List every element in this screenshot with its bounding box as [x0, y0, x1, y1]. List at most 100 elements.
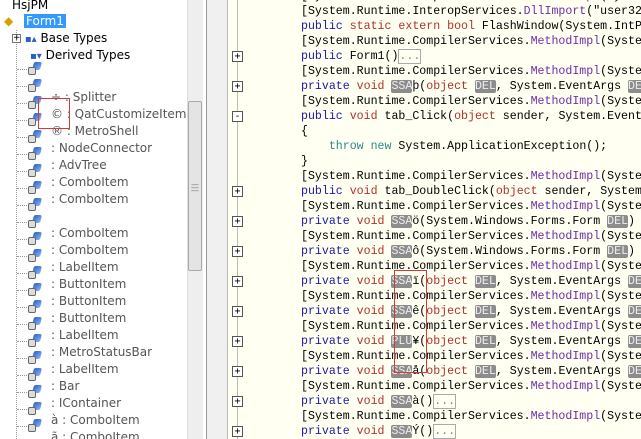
- collapsed-ellipsis[interactable]: ...: [398, 49, 422, 64]
- code-token: void: [356, 275, 392, 288]
- tree-node-member[interactable]: : ComboItem: [51, 242, 129, 259]
- obfuscated-name: DEL: [628, 365, 641, 378]
- tree-node-member[interactable]: © : QatCustomizeItem: [51, 106, 186, 123]
- field-icon: [28, 147, 43, 160]
- code-token: private: [301, 425, 357, 438]
- tree-connector: [17, 222, 27, 223]
- code-token: MethodImpl: [530, 65, 601, 78]
- tree-node-member[interactable]: : Bar: [51, 378, 79, 395]
- tree-node-member[interactable]: : AdvTree: [51, 157, 107, 174]
- tree-node-derived-types[interactable]: ▪▾ Derived Types: [30, 47, 130, 64]
- obfuscated-name: DEL: [628, 80, 641, 93]
- tree-node-member[interactable]: : ComboItem: [51, 191, 129, 208]
- code-token: void: [356, 215, 392, 228]
- code-line: public static extern bool FlashWindow(Sy…: [301, 19, 641, 34]
- code-line: public void tab_DoubleClick(object sende…: [301, 184, 641, 199]
- code-token: private: [301, 365, 357, 378]
- code-token: MethodImpl: [531, 0, 601, 3]
- code-token: public: [301, 50, 350, 63]
- code-view[interactable]: [System.Runtime.CompilerServices.MethodI…: [228, 0, 641, 439]
- tree-connector: [17, 188, 27, 189]
- tree-node-form1[interactable]: ◆ Form1: [4, 13, 66, 30]
- expand-icon[interactable]: +: [232, 216, 243, 227]
- tree-node-member[interactable]: : LabelItem: [51, 259, 119, 276]
- collapse-icon[interactable]: -: [232, 111, 243, 122]
- code-line: [System.Runtime.CompilerServices.MethodI…: [301, 94, 641, 109]
- expand-icon[interactable]: +: [232, 306, 243, 317]
- code-token: ): [628, 245, 635, 258]
- code-token: (System: [600, 230, 641, 243]
- collapsed-ellipsis[interactable]: ...: [433, 394, 457, 409]
- tree-connector: [17, 392, 27, 393]
- field-icon: [28, 181, 43, 194]
- expand-icon[interactable]: +: [232, 186, 243, 197]
- tree-node-member[interactable]: : NodeConnector: [51, 140, 152, 157]
- code-token: object: [426, 335, 475, 348]
- obfuscated-name: DEL: [474, 305, 496, 318]
- tree-connector: [17, 341, 27, 342]
- obfuscated-name: DEL: [474, 275, 496, 288]
- code-token: [System.Runtime.CompilerServices.: [301, 0, 531, 3]
- code-token: DllImport: [523, 5, 587, 18]
- field-icon: [28, 130, 43, 143]
- code-token: MethodImpl: [530, 260, 601, 273]
- expand-icon[interactable]: +: [232, 246, 243, 257]
- tree-node-member[interactable]: : ComboItem: [51, 225, 129, 242]
- code-token: void: [356, 335, 392, 348]
- code-token: void: [356, 305, 392, 318]
- code-line: private void SSAå(object DEL, System.Eve…: [301, 364, 641, 379]
- expand-icon[interactable]: +: [232, 426, 243, 437]
- code-token: à(): [412, 395, 434, 408]
- expand-icon[interactable]: +: [232, 276, 243, 287]
- obfuscated-name: DEL: [628, 305, 641, 318]
- tree-node-member[interactable]: : MetroStatusBar: [51, 344, 152, 361]
- tree-node-member[interactable]: : ButtonItem: [51, 310, 126, 327]
- expand-icon[interactable]: +: [232, 336, 243, 347]
- code-token: object: [495, 185, 545, 198]
- expand-icon[interactable]: +: [232, 81, 243, 92]
- expand-icon[interactable]: +: [12, 34, 21, 43]
- code-token: object: [454, 110, 503, 123]
- tree-node-member[interactable]: : LabelItem: [51, 361, 119, 378]
- tree-connector: [17, 375, 27, 376]
- code-token: (System: [600, 95, 641, 108]
- code-token: void: [356, 395, 392, 408]
- code-token: throw new: [328, 140, 399, 153]
- tree-node-member[interactable]: ã : ComboItem: [51, 429, 140, 439]
- tree-node-root[interactable]: HsjPM: [12, 0, 48, 14]
- field-icon: [28, 79, 43, 92]
- code-token: }: [301, 155, 308, 168]
- tree-node-member[interactable]: : LabelItem: [51, 327, 119, 344]
- code-line: }: [301, 154, 308, 169]
- code-token: object: [426, 275, 475, 288]
- code-token: MethodImpl: [530, 170, 601, 183]
- tree-node-member[interactable]: : ButtonItem: [51, 293, 126, 310]
- tree-node-label: Derived Types: [45, 48, 131, 62]
- field-icon: [28, 266, 43, 279]
- code-line: private void PLU¥(object DEL, System.Eve…: [301, 334, 641, 349]
- code-token: , System.EventArgs: [495, 365, 629, 378]
- pane-splitter[interactable]: [206, 0, 228, 439]
- code-line: private void SSAÝ()...: [301, 424, 457, 439]
- tree-node-base-types[interactable]: + ▪▴ Base Types: [12, 30, 107, 47]
- tree-node-member[interactable]: : ButtonItem: [51, 276, 126, 293]
- code-token: MethodImpl: [530, 230, 601, 243]
- expand-icon[interactable]: +: [232, 396, 243, 407]
- code-line: [System.Runtime.CompilerServices.MethodI…: [301, 379, 641, 394]
- assembly-tree[interactable]: HsjPM ◆ Form1 + ▪▴ Base Types ▪▾ Derived …: [0, 0, 206, 439]
- code-line: [System.Runtime.CompilerServices.MethodI…: [301, 289, 641, 304]
- field-icon: [28, 249, 43, 262]
- code-token: private: [301, 80, 357, 93]
- derived-types-icon: ▪▾: [30, 51, 42, 62]
- expand-icon[interactable]: +: [232, 51, 243, 62]
- expand-icon[interactable]: +: [232, 366, 243, 377]
- code-token: MethodImpl: [530, 320, 601, 333]
- tree-node-member[interactable]: à : ComboItem: [51, 412, 140, 429]
- code-token: (System: [600, 380, 641, 393]
- obfuscated-name: DEL: [474, 335, 496, 348]
- collapsed-ellipsis[interactable]: ...: [433, 424, 457, 439]
- tree-node-member[interactable]: : ComboItem: [51, 174, 129, 191]
- highlight-box: [38, 98, 70, 129]
- code-token: [System.Runtime.CompilerServices.: [301, 200, 531, 213]
- tree-node-member[interactable]: : IContainer: [51, 395, 121, 412]
